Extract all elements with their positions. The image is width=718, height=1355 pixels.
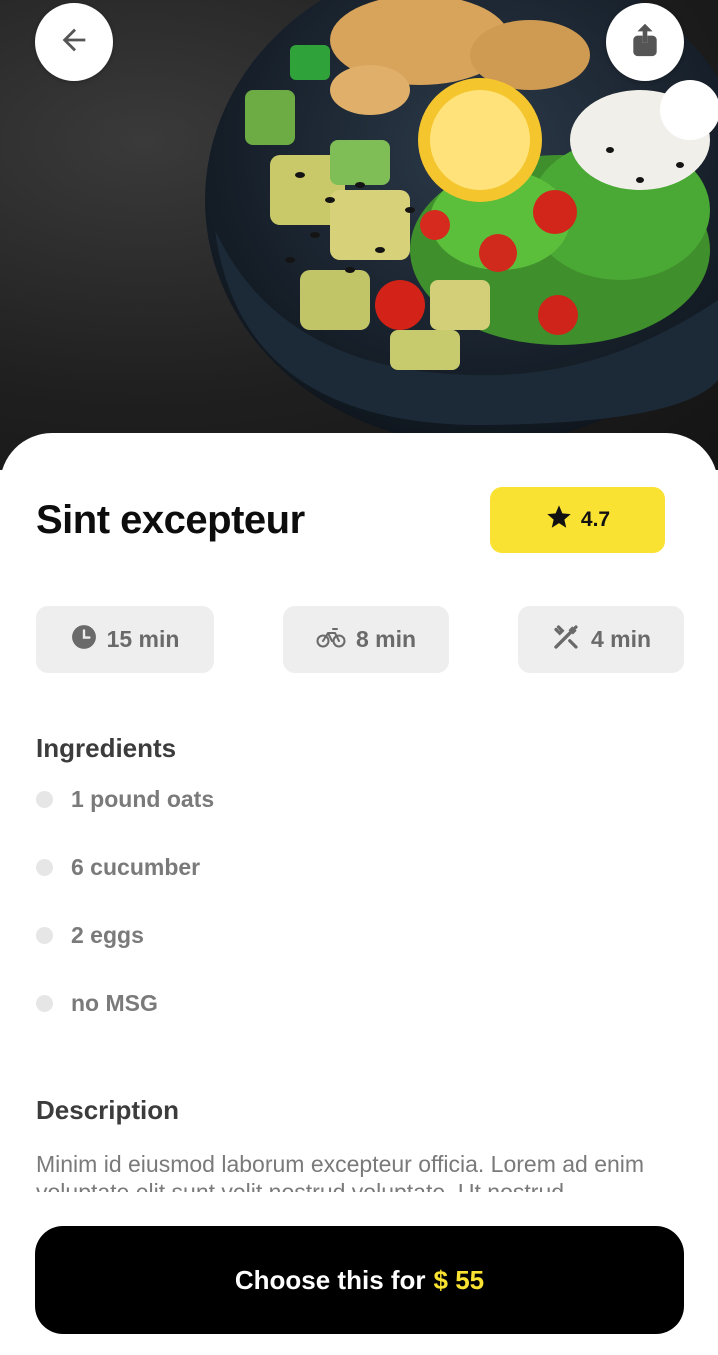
ingredient-label: no MSG xyxy=(71,990,158,1016)
rating-badge: 4.7 xyxy=(490,487,665,553)
cook-time-chip: 4 min xyxy=(518,606,684,673)
choose-button[interactable]: Choose this for $ 55 xyxy=(35,1226,684,1334)
ingredients-heading: Ingredients xyxy=(36,733,177,763)
rating-value: 4.7 xyxy=(580,508,611,531)
salad-bowl-illustration xyxy=(205,0,718,445)
details-sheet xyxy=(0,433,718,1355)
ingredient-item: 2 eggs xyxy=(36,922,144,949)
prep-time-label: 15 min xyxy=(106,626,180,652)
back-button[interactable] xyxy=(35,3,113,81)
bullet-dot xyxy=(36,859,53,876)
dish-title: Sint excepteur xyxy=(36,498,305,542)
bullet-dot xyxy=(36,927,53,944)
ingredient-item: no MSG xyxy=(36,990,158,1017)
delivery-time-chip: 8 min xyxy=(283,606,449,673)
ingredient-label: 2 eggs xyxy=(71,922,144,948)
bicycle-icon xyxy=(316,624,346,656)
ingredient-item: 6 cucumber xyxy=(36,854,200,881)
cook-time-label: 4 min xyxy=(590,626,652,652)
clock-icon xyxy=(71,624,97,656)
share-button[interactable] xyxy=(606,3,684,81)
description-heading: Description xyxy=(36,1095,180,1125)
delivery-time-label: 8 min xyxy=(355,626,417,652)
utensils-icon xyxy=(551,622,581,658)
bullet-dot xyxy=(36,791,53,808)
choose-label: Choose this for xyxy=(234,1264,426,1295)
ingredient-label: 6 cucumber xyxy=(71,854,201,880)
hero-food-image xyxy=(0,0,718,470)
arrow-left-icon xyxy=(57,23,91,62)
ingredient-item: 1 pound oats xyxy=(36,786,214,813)
share-icon xyxy=(627,21,663,64)
description-text: Minim id eiusmod laborum excepteur offic… xyxy=(36,1151,645,1192)
bullet-dot xyxy=(36,995,53,1012)
prep-time-chip: 15 min xyxy=(36,606,214,673)
star-icon xyxy=(545,503,573,537)
price-label: $ 55 xyxy=(433,1264,485,1295)
ingredient-label: 1 pound oats xyxy=(71,786,215,812)
